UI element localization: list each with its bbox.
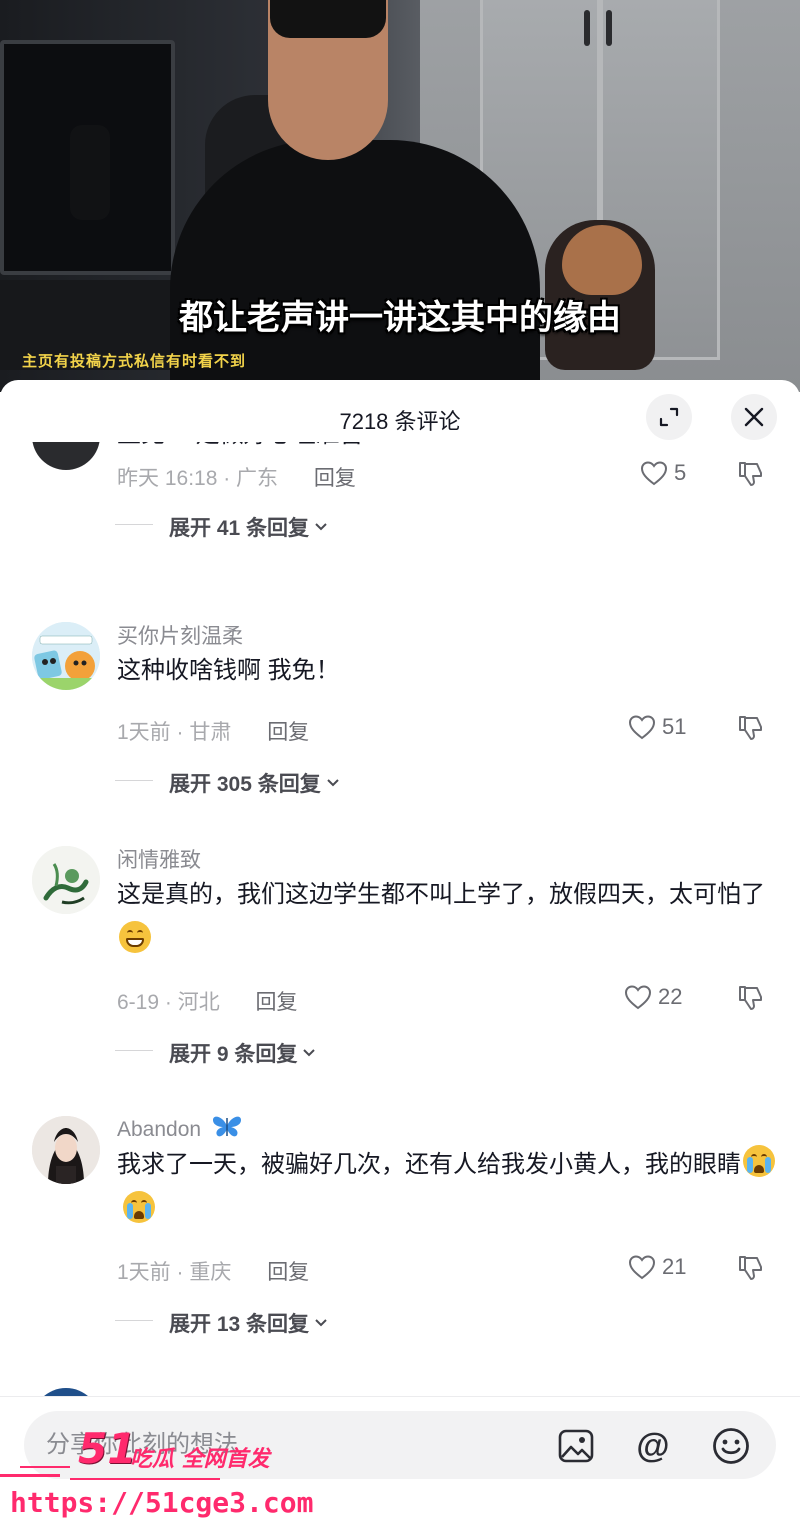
like-count: 51 <box>662 714 687 739</box>
expand-replies-label: 展开 13 条回复 <box>169 1313 310 1336</box>
heart-icon <box>624 985 652 1010</box>
expand-replies-label: 展开 9 条回复 <box>169 1043 298 1066</box>
comment-meta: 昨天 16:18 · 广东 回复 <box>117 462 356 492</box>
collapse-expand-icon <box>659 407 679 427</box>
crying-emoji-icon <box>743 1145 775 1177</box>
video-player[interactable]: 都让老声讲一讲这其中的缘由 主页有投稿方式私信有时看不到 <box>0 0 800 392</box>
watermark-stripe <box>20 1466 70 1468</box>
reply-button[interactable]: 回复 <box>256 991 298 1014</box>
comment-meta: 1天前 · 重庆 回复 <box>117 1256 309 1286</box>
comment-text: 我求了一天，被骗好几次，还有人给我发小黄人，我的眼睛 <box>117 1142 777 1234</box>
promo-caption: 主页有投稿方式私信有时看不到 <box>22 352 247 370</box>
dog-face <box>562 225 642 295</box>
comment-text: 王免 一定做好心理准备 <box>117 442 777 458</box>
expand-replies[interactable]: 展开 41 条回复 <box>115 512 329 542</box>
chevron-down-icon <box>327 779 339 787</box>
comment-text-content: 这是真的，我们这边学生都不叫上学了，放假四天，太可怕了 <box>117 881 765 908</box>
expand-button[interactable] <box>646 394 692 440</box>
thumbs-down-icon <box>739 1256 762 1280</box>
comment-text-content: 我求了一天，被骗好几次，还有人给我发小黄人，我的眼睛 <box>117 1151 741 1178</box>
divider-line <box>115 524 153 525</box>
comment-time: 6-19 · 河北 <box>117 991 220 1014</box>
ink-painting-avatar-image <box>32 846 100 914</box>
reply-button[interactable]: 回复 <box>267 721 309 744</box>
comment-time: 昨天 16:18 · 广东 <box>117 467 279 490</box>
chevron-down-icon <box>315 523 327 531</box>
microphone <box>70 125 110 220</box>
divider-line <box>115 1050 153 1051</box>
user-avatar[interactable] <box>32 1116 100 1184</box>
like-button[interactable]: 22 <box>624 984 682 1010</box>
chevron-down-icon <box>315 1319 327 1327</box>
at-button[interactable]: @ <box>634 1427 672 1465</box>
cabinet-handle <box>584 10 590 46</box>
like-count: 21 <box>662 1254 687 1279</box>
comment-meta: 6-19 · 河北 回复 <box>117 986 298 1016</box>
thumbs-down-icon <box>739 986 762 1010</box>
watermark-stripe <box>70 1478 220 1480</box>
grinning-emoji-icon <box>119 921 151 953</box>
at-icon: @ <box>636 1426 670 1465</box>
comment-username-text: Abandon <box>117 1118 202 1141</box>
portrait-avatar-image <box>32 1116 100 1184</box>
comment-username[interactable]: 买你片刻温柔 <box>117 620 243 650</box>
comment-meta: 1天前 · 甘肃 回复 <box>117 716 309 746</box>
image-icon <box>558 1429 594 1463</box>
comment-username[interactable]: 闲情雅致 <box>117 844 201 874</box>
expand-replies[interactable]: 展开 13 条回复 <box>115 1308 329 1338</box>
dislike-button[interactable] <box>736 1254 766 1287</box>
user-avatar[interactable] <box>32 622 100 690</box>
heart-icon <box>628 715 656 740</box>
heart-icon <box>628 1255 656 1280</box>
divider-line <box>115 1320 153 1321</box>
emoji-icon <box>713 1428 749 1464</box>
comment-text: 这种收啥钱啊 我免！ <box>117 657 340 684</box>
divider-line <box>115 780 153 781</box>
reply-button[interactable]: 回复 <box>314 467 356 490</box>
like-button[interactable]: 21 <box>628 1254 686 1280</box>
comment-text: 这是真的，我们这边学生都不叫上学了，放假四天，太可怕了 <box>117 872 777 964</box>
crying-emoji-icon <box>123 1191 155 1223</box>
image-button[interactable] <box>557 1427 595 1465</box>
comment-list[interactable]: 王免 一定做好心理准备 昨天 16:18 · 广东 回复 5 展开 41 条回复 <box>0 442 800 1397</box>
close-icon <box>744 407 764 427</box>
expand-replies[interactable]: 展开 9 条回复 <box>115 1038 317 1068</box>
user-avatar[interactable] <box>32 846 100 914</box>
comment-time: 1天前 · 重庆 <box>117 1261 232 1284</box>
like-button[interactable]: 51 <box>628 714 686 740</box>
watermark-logo: 51 <box>78 1424 137 1473</box>
cartoon-avatar-image <box>32 622 100 690</box>
video-subtitle: 都让老声讲一讲这其中的缘由 <box>179 298 621 338</box>
close-button[interactable] <box>731 394 777 440</box>
heart-icon <box>640 461 668 486</box>
comment-time: 1天前 · 甘肃 <box>117 721 232 744</box>
expand-replies-label: 展开 41 条回复 <box>169 517 310 540</box>
like-count: 22 <box>658 984 683 1009</box>
expand-replies-label: 展开 305 条回复 <box>169 773 321 796</box>
like-count: 5 <box>674 460 687 485</box>
watermark-url: https://51cge3.com <box>10 1486 314 1519</box>
like-button[interactable]: 5 <box>640 460 686 486</box>
cabinet-handle <box>606 10 612 46</box>
thumbs-down-icon <box>739 462 762 486</box>
dislike-button[interactable] <box>736 714 766 747</box>
watermark-tagline: 吃瓜 全网首发 <box>130 1447 270 1472</box>
reply-button[interactable]: 回复 <box>267 1261 309 1284</box>
chevron-down-icon <box>303 1049 316 1057</box>
person-hair <box>270 0 386 38</box>
comment-sheet: 7218 条评论 王免 一定做好心理准备 昨天 16:18 · 广东 回复 <box>0 380 800 1534</box>
dislike-button[interactable] <box>736 460 766 493</box>
expand-replies[interactable]: 展开 305 条回复 <box>115 768 341 798</box>
emoji-button[interactable] <box>712 1427 750 1465</box>
watermark-stripe <box>0 1474 60 1477</box>
thumbs-down-icon <box>739 716 762 740</box>
dislike-button[interactable] <box>736 984 766 1017</box>
user-avatar[interactable] <box>32 442 100 470</box>
